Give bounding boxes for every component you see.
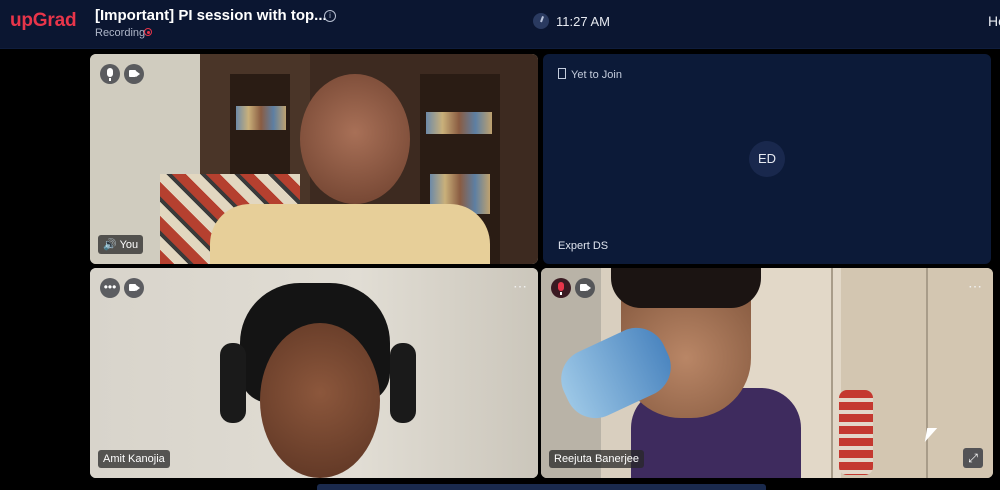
participant-hair — [611, 268, 761, 308]
tile-menu-icon[interactable]: ⋯ — [513, 278, 528, 295]
clock-icon — [533, 13, 549, 29]
bottom-control-bar[interactable] — [317, 484, 766, 490]
participant-name-tag: 🔊 You — [98, 235, 144, 254]
video-tile-amit[interactable]: ••• ⋯ Amit Kanojia — [90, 268, 538, 478]
video-feed — [90, 268, 538, 478]
video-tile-reejuta[interactable]: ⋯ Reejuta Banerjee ⤢ — [541, 268, 993, 478]
participant-head — [300, 74, 410, 204]
participant-name: You — [119, 239, 139, 251]
tile-menu-icon[interactable]: ⋯ — [968, 278, 983, 295]
video-feed — [541, 268, 993, 478]
camera-button[interactable] — [124, 278, 144, 298]
mic-muted-button[interactable] — [551, 278, 571, 298]
speaker-icon: 🔊 — [103, 239, 117, 251]
wardrobe-edge — [926, 268, 928, 478]
topbar-right-text[interactable]: He — [988, 13, 1000, 29]
top-bar: upGrad [Important] PI session with top..… — [0, 0, 1000, 49]
expand-icon[interactable]: ⤢ — [963, 448, 983, 468]
participant-name-tag: Amit Kanojia — [98, 450, 170, 468]
headphone-left — [220, 343, 246, 423]
camera-icon — [129, 70, 140, 77]
join-status-text: Yet to Join — [571, 69, 622, 81]
recording-status: Recording — [95, 27, 146, 39]
join-status: Yet to Join — [558, 68, 622, 81]
more-options-button[interactable]: ••• — [100, 278, 120, 298]
hanging-bag — [839, 390, 873, 475]
participant-name: Expert DS — [558, 240, 609, 252]
wardrobe-edge — [831, 268, 833, 478]
participant-body — [210, 204, 490, 264]
ellipsis-icon: ••• — [103, 280, 117, 294]
video-tile-expert[interactable]: Yet to Join ED Expert DS — [543, 54, 991, 264]
camera-button[interactable] — [575, 278, 595, 298]
camera-icon — [129, 284, 140, 291]
brand-logo: upGrad — [10, 10, 77, 31]
clock-time: 11:27 AM — [556, 14, 610, 29]
books — [236, 106, 286, 130]
mic-button[interactable] — [100, 64, 120, 84]
recording-dot-icon — [144, 28, 152, 36]
mic-muted-icon — [558, 282, 564, 295]
session-title[interactable]: [Important] PI session with top... — [95, 7, 327, 24]
video-tile-you[interactable]: 🔊 You — [90, 54, 538, 264]
door-icon — [558, 68, 566, 79]
camera-button[interactable] — [124, 64, 144, 84]
participant-name-tag: Reejuta Banerjee — [549, 450, 645, 468]
avatar: ED — [749, 141, 785, 177]
headphone-right — [390, 343, 416, 423]
participant-face — [260, 323, 380, 478]
microphone-icon — [107, 68, 113, 81]
books — [426, 112, 492, 134]
info-icon[interactable]: i — [324, 10, 336, 22]
video-feed — [90, 54, 538, 264]
camera-icon — [580, 284, 591, 291]
